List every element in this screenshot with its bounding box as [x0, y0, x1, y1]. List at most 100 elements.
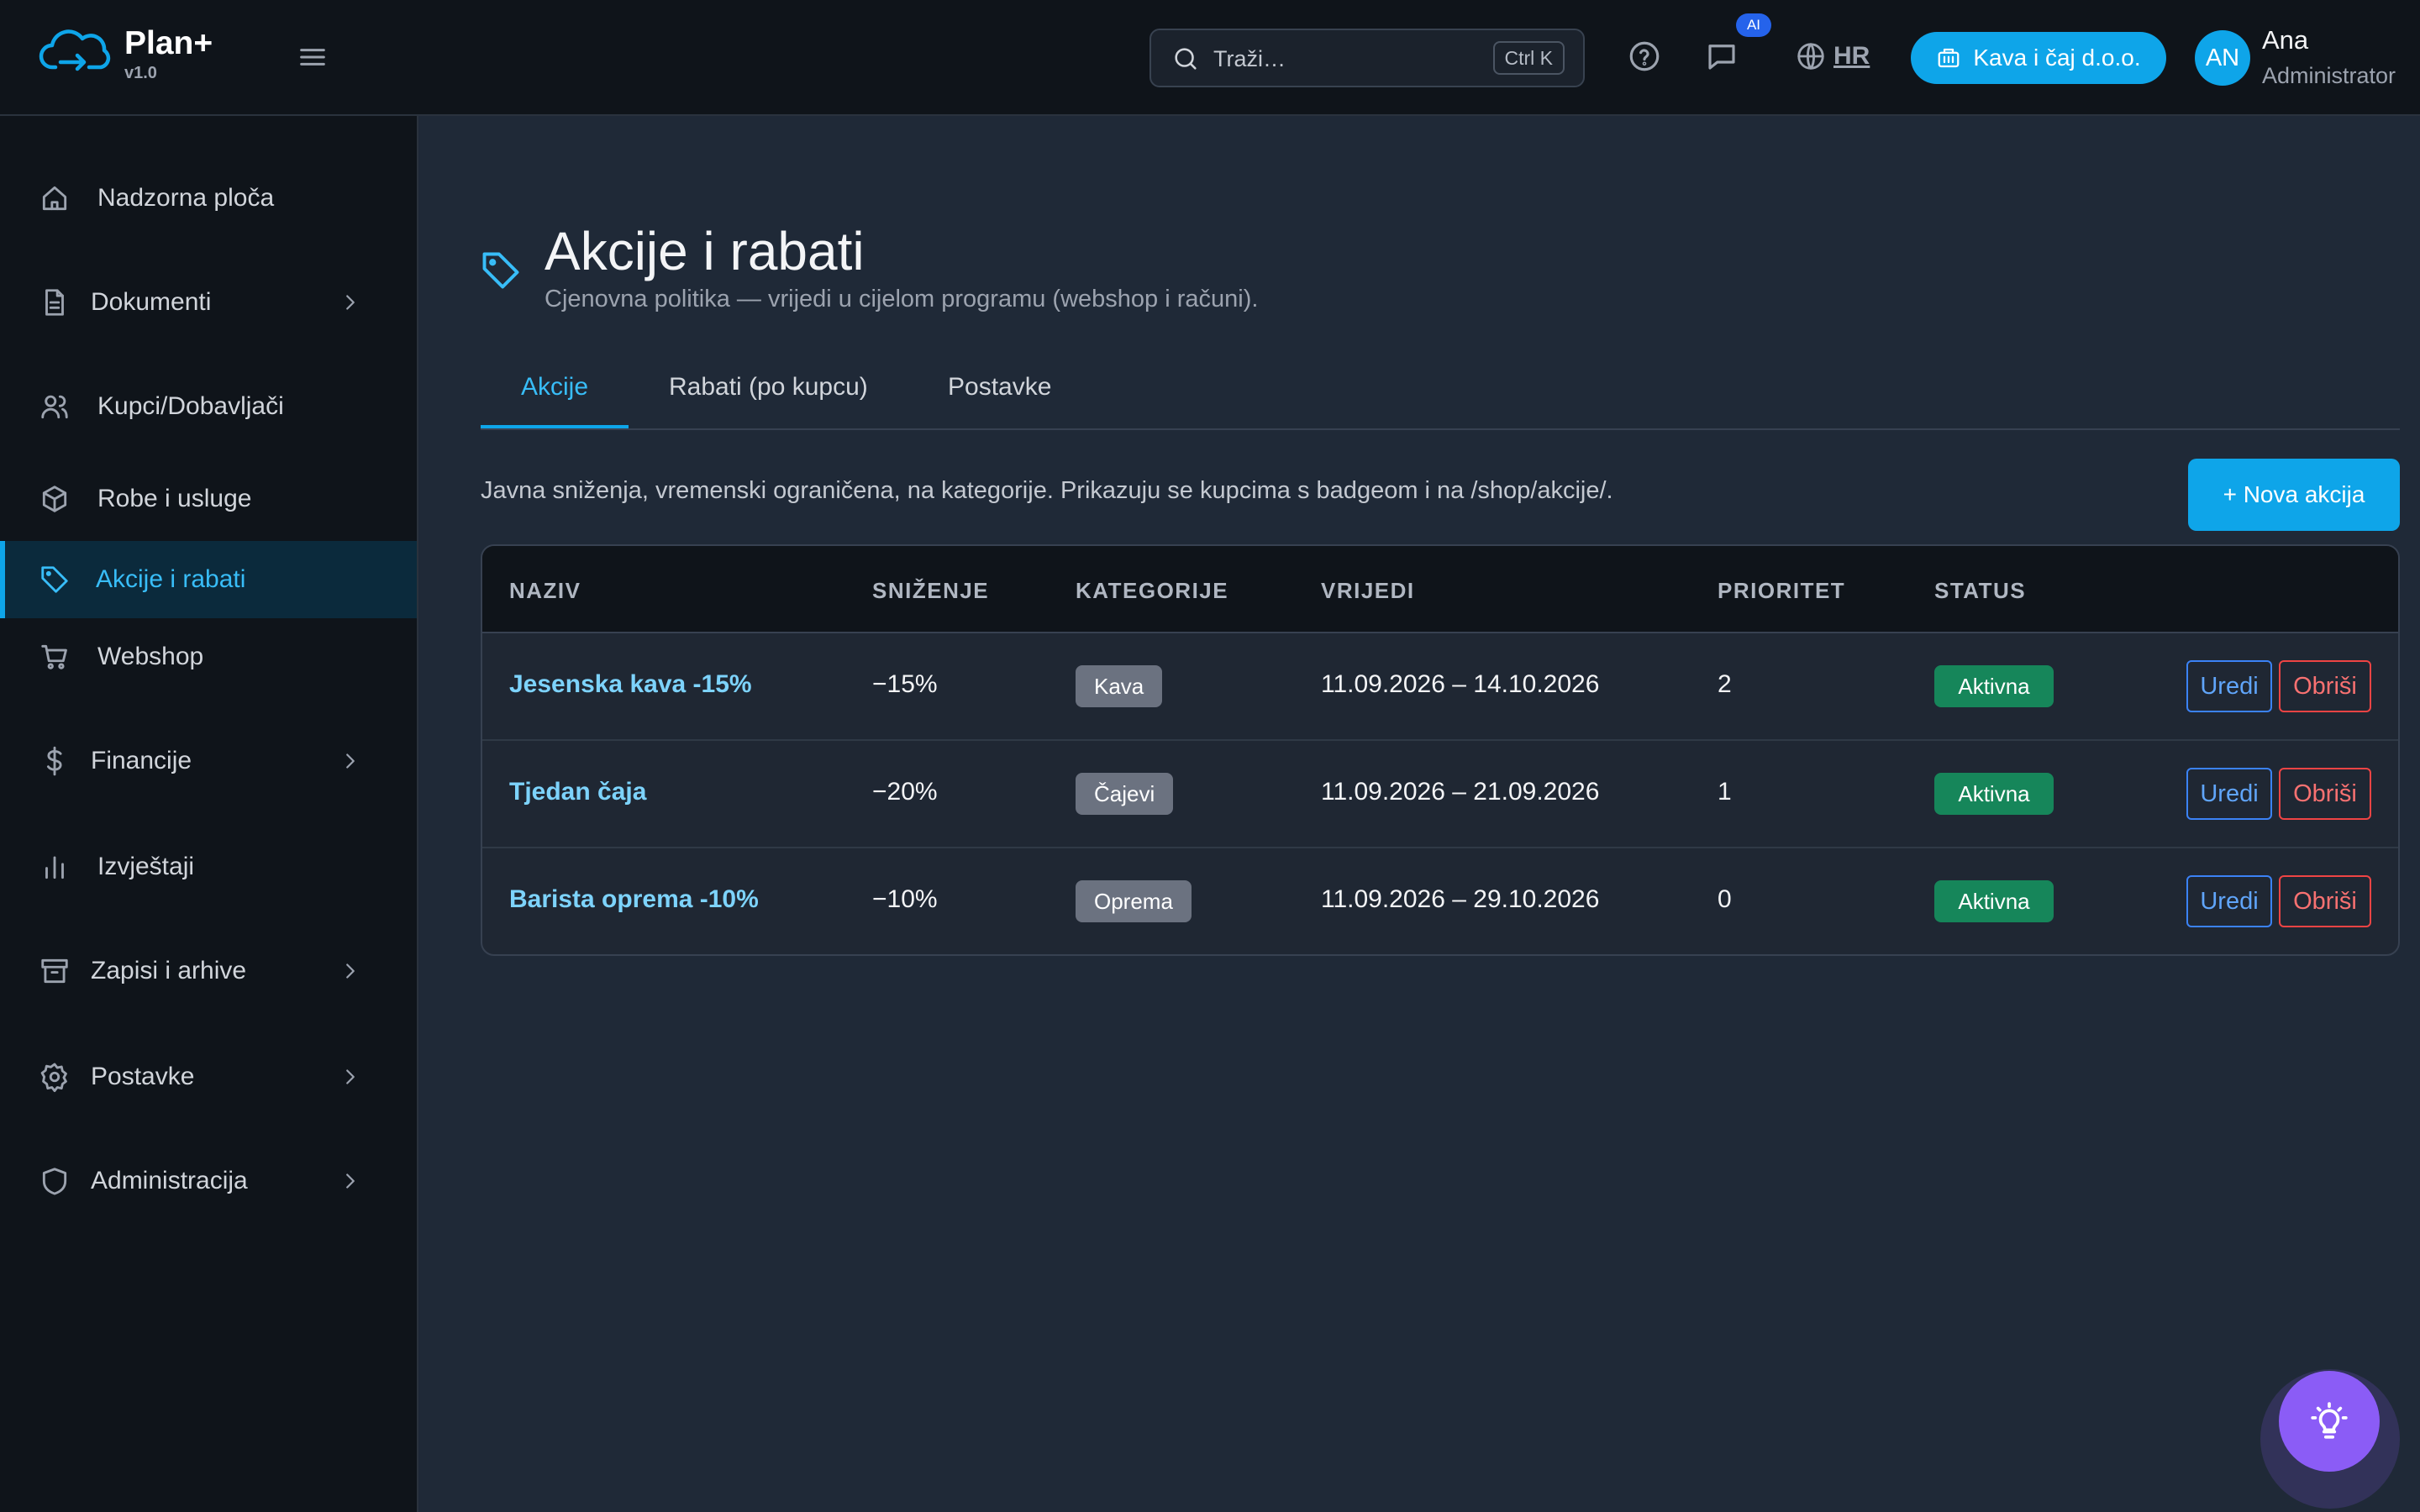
sidebar-item-label: Izvještaji — [97, 853, 195, 880]
delete-button[interactable]: Obriši — [2279, 660, 2371, 712]
discount-value: −20% — [872, 778, 938, 806]
priority-value: 2 — [1718, 670, 1732, 698]
table-row: Tjedan čaja −20% Čajevi 11.09.2026 – 21.… — [482, 741, 2398, 848]
validity-range: 11.09.2026 – 29.10.2026 — [1321, 885, 1600, 913]
user-role: Administrator — [2262, 63, 2396, 88]
home-icon — [42, 186, 67, 211]
tag-icon — [482, 252, 519, 289]
sidebar-item-label: Robe i usluge — [97, 485, 252, 512]
sidebar-item-label: Postavke — [91, 1063, 195, 1090]
search-box[interactable]: Ctrl K — [1150, 29, 1585, 87]
chat-icon[interactable] — [1704, 39, 1739, 74]
status-badge: Aktivna — [1934, 773, 2054, 815]
column-header-name[interactable]: NAZIV — [509, 578, 581, 604]
menu-icon[interactable] — [296, 40, 329, 74]
validity-range: 11.09.2026 – 14.10.2026 — [1321, 670, 1600, 698]
tab-settings[interactable]: Postavke — [948, 373, 1051, 402]
delete-button[interactable]: Obriši — [2279, 875, 2371, 927]
sidebar-item-promotions[interactable]: Akcije i rabati — [0, 541, 417, 618]
promotion-name-link[interactable]: Jesenska kava -15% — [509, 670, 752, 699]
bar-chart-icon — [45, 856, 64, 879]
sidebar-item-administration[interactable]: Administracija — [0, 1142, 417, 1220]
sidebar-item-dashboard[interactable]: Nadzorna ploča — [0, 160, 417, 237]
column-header-status[interactable]: STATUS — [1934, 578, 2026, 604]
priority-value: 1 — [1718, 778, 1732, 806]
language-switch[interactable]: HR — [1833, 42, 1870, 71]
search-icon — [1175, 48, 1197, 70]
tag-icon — [41, 566, 68, 593]
ideas-fab-button[interactable] — [2279, 1371, 2380, 1472]
promotion-name-link[interactable]: Barista oprema -10% — [509, 885, 759, 914]
sidebar-item-archives[interactable]: Zapisi i arhive — [0, 932, 417, 1010]
table-row: Jesenska kava -15% −15% Kava 11.09.2026 … — [482, 633, 2398, 741]
users-icon — [41, 395, 68, 419]
page-subtitle: Cjenovna politika — vrijedi u cijelom pr… — [544, 286, 1259, 312]
edit-button[interactable]: Uredi — [2186, 660, 2272, 712]
cloud-logo-icon[interactable] — [39, 25, 113, 84]
edit-button[interactable]: Uredi — [2186, 768, 2272, 820]
sidebar-item-goods[interactable]: Robe i usluge — [0, 460, 417, 538]
section-description: Javna sniženja, vremenski ograničena, na… — [481, 477, 1613, 504]
sidebar: Nadzorna ploča Dokumenti Kupci/Dobavljač… — [0, 116, 418, 1512]
delete-button[interactable]: Obriši — [2279, 768, 2371, 820]
archive-icon — [41, 958, 68, 984]
sidebar-item-label: Financije — [91, 747, 192, 774]
sidebar-item-label: Dokumenti — [91, 288, 212, 316]
discount-value: −10% — [872, 885, 938, 913]
promotion-name-link[interactable]: Tjedan čaja — [509, 778, 646, 806]
building-icon — [1939, 48, 1960, 68]
chevron-right-icon — [346, 1069, 355, 1084]
sidebar-item-webshop[interactable]: Webshop — [0, 618, 417, 696]
document-icon — [45, 289, 64, 316]
avatar[interactable]: AN — [2195, 30, 2250, 86]
category-chip: Čajevi — [1076, 773, 1174, 815]
lightbulb-icon — [2311, 1402, 2348, 1439]
sidebar-item-settings[interactable]: Postavke — [0, 1038, 417, 1116]
new-promotion-button[interactable]: + Nova akcija — [2188, 459, 2400, 531]
tab-customer-discounts[interactable]: Rabati (po kupcu) — [669, 373, 868, 402]
sidebar-item-label: Kupci/Dobavljači — [97, 392, 284, 420]
search-input[interactable] — [1212, 39, 1467, 79]
cart-icon — [41, 644, 67, 669]
tab-promotions[interactable]: Akcije — [521, 373, 588, 402]
validity-range: 11.09.2026 – 21.09.2026 — [1321, 778, 1600, 806]
help-icon[interactable] — [1627, 39, 1662, 74]
search-shortcut: Ctrl K — [1492, 41, 1565, 75]
globe-icon[interactable] — [1795, 40, 1827, 72]
sidebar-item-label: Webshop — [97, 643, 204, 670]
active-tab-indicator — [481, 425, 629, 428]
chevron-right-icon — [346, 295, 355, 310]
top-header: Plan+ v1.0 Ctrl K AI HR Kava i čaj d.o.o… — [0, 0, 2420, 116]
chevron-right-icon — [346, 963, 355, 979]
promotions-table: NAZIV SNIŽENJE KATEGORIJE VRIJEDI PRIORI… — [481, 544, 2400, 956]
tab-bar: Akcije Rabati (po kupcu) Postavke — [481, 353, 2400, 430]
ai-badge: AI — [1736, 13, 1771, 37]
gear-icon — [40, 1063, 67, 1093]
sidebar-item-documents[interactable]: Dokumenti — [0, 264, 417, 341]
chevron-right-icon — [346, 753, 355, 769]
column-header-priority[interactable]: PRIORITET — [1718, 578, 1845, 604]
brand-name: Plan+ — [124, 25, 213, 61]
company-switch-button[interactable]: Kava i čaj d.o.o. — [1911, 32, 2166, 84]
category-chip: Kava — [1076, 665, 1163, 707]
table-row: Barista oprema -10% −10% Oprema 11.09.20… — [482, 848, 2398, 954]
sidebar-item-label: Administracija — [91, 1167, 248, 1194]
sidebar-item-finance[interactable]: Financije — [0, 722, 417, 800]
chevron-right-icon — [346, 1173, 355, 1189]
column-header-valid[interactable]: VRIJEDI — [1321, 578, 1415, 604]
table-header: NAZIV SNIŽENJE KATEGORIJE VRIJEDI PRIORI… — [482, 546, 2398, 633]
edit-button[interactable]: Uredi — [2186, 875, 2272, 927]
discount-value: −15% — [872, 670, 938, 698]
dollar-icon — [46, 746, 62, 776]
user-name[interactable]: Ana — [2262, 25, 2308, 55]
company-name: Kava i čaj d.o.o. — [1973, 45, 2141, 71]
column-header-discount[interactable]: SNIŽENJE — [872, 578, 989, 604]
category-chip: Oprema — [1076, 880, 1192, 922]
sidebar-item-reports[interactable]: Izvještaji — [0, 828, 417, 906]
sidebar-item-label: Zapisi i arhive — [91, 957, 247, 984]
sidebar-item-label: Nadzorna ploča — [97, 184, 275, 212]
column-header-categories[interactable]: KATEGORIJE — [1076, 578, 1228, 604]
page-title: Akcije i rabati — [544, 221, 865, 281]
status-badge: Aktivna — [1934, 880, 2054, 922]
sidebar-item-customers[interactable]: Kupci/Dobavljači — [0, 368, 417, 445]
